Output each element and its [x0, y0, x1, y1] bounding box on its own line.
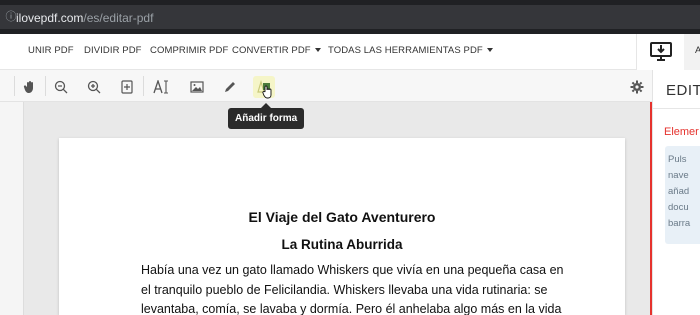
zoom-out-icon — [54, 80, 68, 94]
zoom-out-button[interactable] — [50, 76, 72, 98]
gear-icon — [630, 80, 644, 94]
info-text: docu — [668, 202, 689, 213]
panel-info-box: Puls nave añad docu barra — [665, 146, 700, 244]
settings-button[interactable] — [626, 76, 648, 98]
panel-title: EDIT — [666, 82, 700, 99]
desktop-download-button[interactable] — [636, 34, 684, 70]
panel-divider — [653, 108, 700, 109]
tool-tooltip: Añadir forma — [228, 103, 305, 129]
nav-todas-herramientas[interactable]: TODAS LAS HERRAMIENTAS PDF — [328, 45, 493, 56]
nav-label: DIVIDIR PDF — [84, 45, 142, 56]
desktop-download-icon — [650, 42, 672, 61]
add-text-button[interactable] — [151, 76, 173, 98]
browser-url-bar: ⓘ ilovepdf.com/es/editar-pdf — [0, 0, 700, 34]
document-paragraph-line: levantaba, comía, se lavaba y dormía. Pe… — [141, 302, 562, 315]
nav-comprimir-pdf[interactable]: COMPRIMIR PDF — [150, 45, 228, 56]
info-text: añad — [668, 186, 690, 197]
document-title: El Viaje del Gato Aventurero — [248, 209, 436, 225]
editor-toolbar — [0, 70, 652, 102]
nav-label: TODAS LAS HERRAMIENTAS PDF — [328, 45, 483, 56]
toolbar-divider — [14, 76, 15, 96]
nav-dividir-pdf[interactable]: DIVIDIR PDF — [84, 45, 142, 56]
url-text[interactable]: ilovepdf.com/es/editar-pdf — [16, 11, 153, 25]
zoom-in-button[interactable] — [83, 76, 105, 98]
pdf-page[interactable]: El Viaje del Gato Aventurero La Rutina A… — [59, 138, 625, 315]
mouse-cursor-icon — [262, 85, 272, 99]
hand-icon — [23, 81, 33, 93]
url-path: /es/editar-pdf — [83, 11, 154, 25]
document-paragraph-line: Había una vez un gato llamado Whiskers q… — [141, 263, 564, 277]
toolbar-divider — [45, 76, 46, 96]
zoom-in-icon — [87, 80, 101, 94]
nav-unir-pdf[interactable]: UNIR PDF — [28, 45, 74, 56]
nav-label: CONVERTIR PDF — [232, 45, 311, 56]
draw-button[interactable] — [219, 76, 241, 98]
nav-label: UNIR PDF — [28, 45, 74, 56]
pencil-icon — [225, 82, 235, 92]
add-page-icon — [121, 80, 133, 94]
hand-tool-button[interactable] — [19, 76, 41, 98]
text-icon — [153, 80, 168, 94]
document-subtitle: La Rutina Aburrida — [281, 237, 403, 252]
nav-right-item[interactable]: A — [684, 34, 700, 70]
edit-sidebar: EDIT Elemer Puls nave añad docu barra — [652, 70, 700, 315]
image-icon — [190, 81, 204, 93]
address-field[interactable]: ⓘ ilovepdf.com/es/editar-pdf — [0, 5, 700, 29]
url-domain: ilovepdf.com — [16, 11, 84, 25]
info-text: Puls — [668, 154, 687, 165]
nav-right-label: A — [695, 45, 700, 56]
add-page-button[interactable] — [116, 76, 138, 98]
panel-elements-heading: Elemer — [664, 126, 699, 138]
nav-label: COMPRIMIR PDF — [150, 45, 229, 56]
chevron-down-icon — [314, 48, 321, 52]
document-paragraph-line: el tranquilo pueblo de Felicilandia. Whi… — [141, 283, 548, 297]
toolbar-divider — [143, 76, 144, 96]
chevron-down-icon — [486, 48, 493, 52]
info-text: nave — [668, 170, 689, 181]
top-nav: UNIR PDF DIVIDIR PDF COMPRIMIR PDF CONVE… — [0, 34, 700, 70]
page-thumbnails-strip[interactable] — [0, 102, 24, 315]
nav-convertir-pdf[interactable]: CONVERTIR PDF — [232, 45, 321, 56]
info-text: barra — [668, 218, 691, 229]
add-image-button[interactable] — [186, 76, 208, 98]
panel-accent-bar — [650, 102, 652, 315]
add-shape-button[interactable] — [253, 76, 275, 99]
